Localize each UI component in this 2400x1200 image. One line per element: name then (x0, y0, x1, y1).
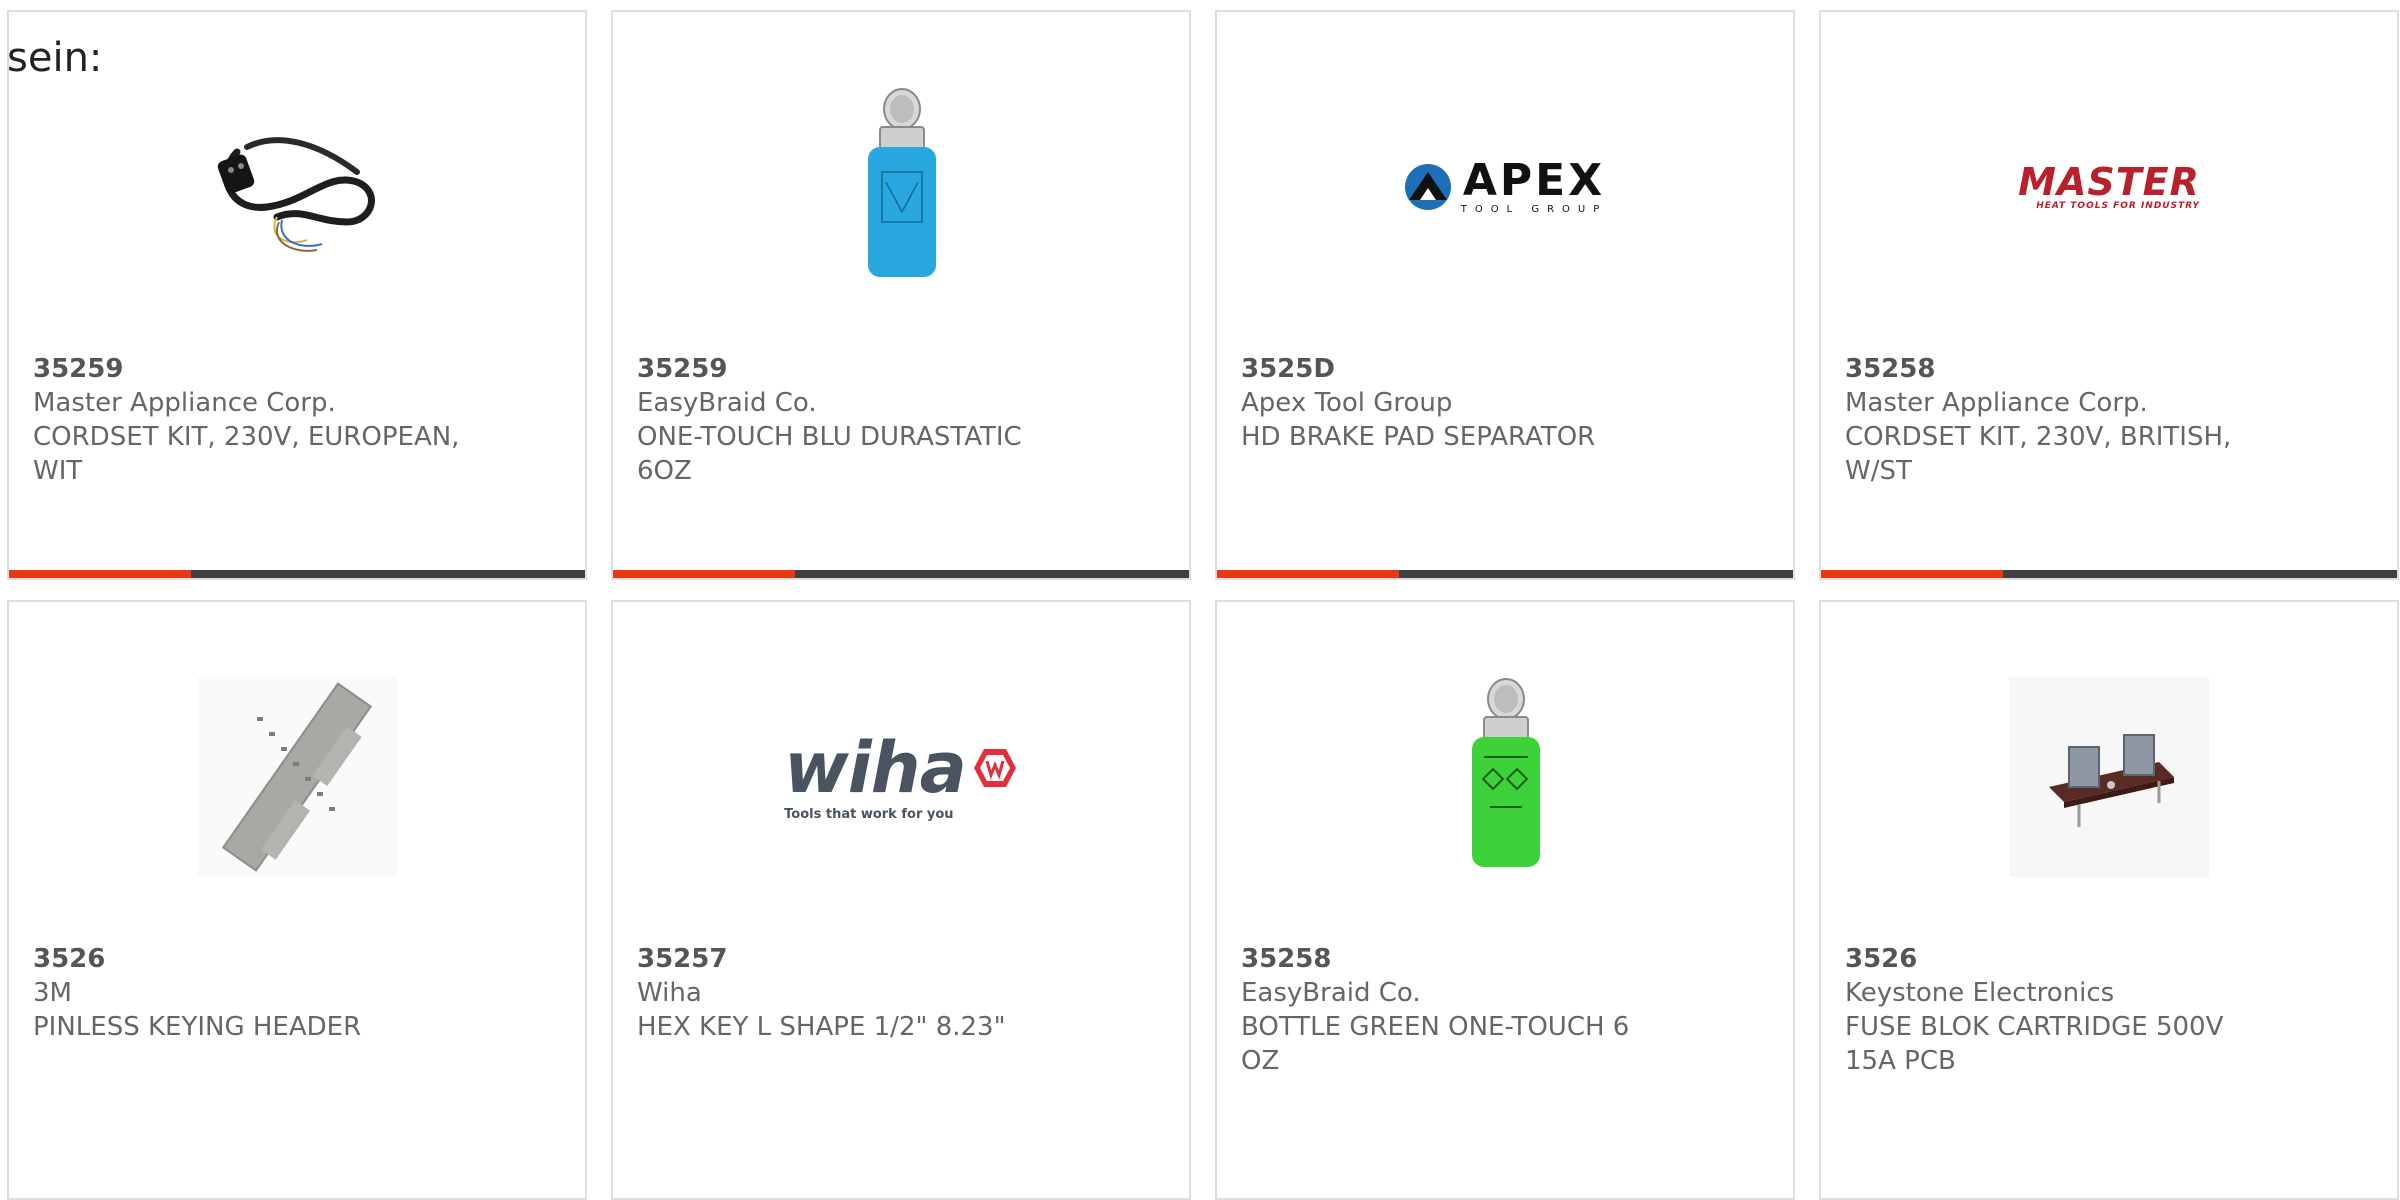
product-image[interactable]: wiha Tools that work for you (613, 662, 1189, 892)
wiha-logo: wiha Tools that work for you (784, 733, 1018, 822)
product-image[interactable] (9, 72, 585, 302)
wiha-logo-tagline: Tools that work for you (784, 806, 954, 822)
card-accent-bar (1821, 570, 2003, 578)
wiha-hex-badge-icon (973, 748, 1016, 787)
manufacturer: Keystone Electronics (1845, 978, 2115, 1008)
product-card[interactable]: 35259 Master Appliance Corp. CORDSET KIT… (7, 10, 587, 580)
description: HEX KEY L SHAPE 1/2" 8.23" (637, 1012, 1006, 1042)
description: HD BRAKE PAD SEPARATOR (1241, 422, 1596, 452)
manufacturer: Master Appliance Corp. (1845, 388, 2148, 418)
card-bottom-bar (613, 570, 1189, 578)
apex-logo-sub: TOOL GROUP (1460, 204, 1608, 215)
description: CORDSET KIT, 230V, BRITISH, (1845, 422, 2232, 452)
product-card[interactable]: MASTER HEAT TOOLS FOR INDUSTRY 35258 Mas… (1819, 10, 2399, 580)
product-image[interactable] (1217, 662, 1793, 892)
part-number[interactable]: 3526 (1845, 942, 2285, 976)
intro-text: sein: (7, 35, 103, 81)
product-info: 3526 Keystone Electronics FUSE BLOK CART… (1845, 942, 2285, 1078)
apex-logo-word: APEX (1462, 155, 1606, 206)
master-logo: MASTER HEAT TOOLS FOR INDUSTRY (2018, 163, 2200, 211)
card-accent-bar (1217, 570, 1399, 578)
card-bottom-bar (1217, 570, 1793, 578)
card-accent-bar (9, 570, 191, 578)
description-cont: W/ST (1845, 456, 1912, 486)
manufacturer: Wiha (637, 978, 702, 1008)
product-info: 35257 Wiha HEX KEY L SHAPE 1/2" 8.23" (637, 942, 1077, 1044)
product-card[interactable]: 35258 EasyBraid Co. BOTTLE GREEN ONE-TOU… (1215, 600, 1795, 1200)
description-cont: WIT (33, 456, 83, 486)
fuse-block-icon (2009, 677, 2209, 877)
card-accent-bar (613, 570, 795, 578)
master-logo-word: MASTER (2018, 160, 2200, 204)
product-image[interactable] (1821, 662, 2397, 892)
product-grid: 35259 Master Appliance Corp. CORDSET KIT… (7, 10, 2399, 1200)
product-info: 3526 3M PINLESS KEYING HEADER (33, 942, 473, 1044)
description-cont: OZ (1241, 1046, 1280, 1076)
product-info: 35258 Master Appliance Corp. CORDSET KIT… (1845, 352, 2285, 488)
manufacturer: EasyBraid Co. (1241, 978, 1421, 1008)
power-cord-icon (217, 137, 375, 252)
blue-bottle-icon (868, 88, 936, 277)
product-card[interactable]: 35259 EasyBraid Co. ONE-TOUCH BLU DURAST… (611, 10, 1191, 580)
manufacturer: Master Appliance Corp. (33, 388, 336, 418)
product-image[interactable] (9, 662, 585, 892)
part-number[interactable]: 35258 (1845, 352, 2285, 386)
part-number[interactable]: 3526 (33, 942, 473, 976)
apex-mountain-icon (1404, 164, 1451, 210)
apex-logo: APEX TOOL GROUP (1403, 159, 1608, 215)
description: ONE-TOUCH BLU DURASTATIC (637, 422, 1022, 452)
part-number[interactable]: 35257 (637, 942, 1077, 976)
wiha-logo-word: wiha (784, 726, 967, 809)
manufacturer: Apex Tool Group (1241, 388, 1453, 418)
manufacturer: 3M (33, 978, 72, 1008)
product-info: 35259 EasyBraid Co. ONE-TOUCH BLU DURAST… (637, 352, 1077, 488)
product-card[interactable]: 3526 Keystone Electronics FUSE BLOK CART… (1819, 600, 2399, 1200)
description: FUSE BLOK CARTRIDGE 500V (1845, 1012, 2224, 1042)
product-card[interactable]: 3526 3M PINLESS KEYING HEADER (7, 600, 587, 1200)
product-card[interactable]: APEX TOOL GROUP 3525D Apex Tool Group HD… (1215, 10, 1795, 580)
part-number[interactable]: 35258 (1241, 942, 1681, 976)
product-info: 3525D Apex Tool Group HD BRAKE PAD SEPAR… (1241, 352, 1681, 454)
description-cont: 6OZ (637, 456, 692, 486)
card-bottom-bar (9, 570, 585, 578)
description: BOTTLE GREEN ONE-TOUCH 6 (1241, 1012, 1630, 1042)
product-image[interactable]: APEX TOOL GROUP (1217, 72, 1793, 302)
description: PINLESS KEYING HEADER (33, 1012, 362, 1042)
connector-header-icon (197, 677, 397, 877)
manufacturer: EasyBraid Co. (637, 388, 817, 418)
description: CORDSET KIT, 230V, EUROPEAN, (33, 422, 460, 452)
product-image[interactable] (613, 72, 1189, 302)
product-image[interactable]: MASTER HEAT TOOLS FOR INDUSTRY (1821, 72, 2397, 302)
part-number[interactable]: 35259 (637, 352, 1077, 386)
part-number[interactable]: 3525D (1241, 352, 1681, 386)
description-cont: 15A PCB (1845, 1046, 1956, 1076)
part-number[interactable]: 35259 (33, 352, 473, 386)
product-info: 35258 EasyBraid Co. BOTTLE GREEN ONE-TOU… (1241, 942, 1681, 1078)
product-info: 35259 Master Appliance Corp. CORDSET KIT… (33, 352, 473, 488)
green-bottle-icon (1472, 678, 1540, 867)
master-logo-sub: HEAT TOOLS FOR INDUSTRY (2036, 201, 2200, 211)
card-bottom-bar (1821, 570, 2397, 578)
product-card[interactable]: wiha Tools that work for you 35257 Wiha … (611, 600, 1191, 1200)
